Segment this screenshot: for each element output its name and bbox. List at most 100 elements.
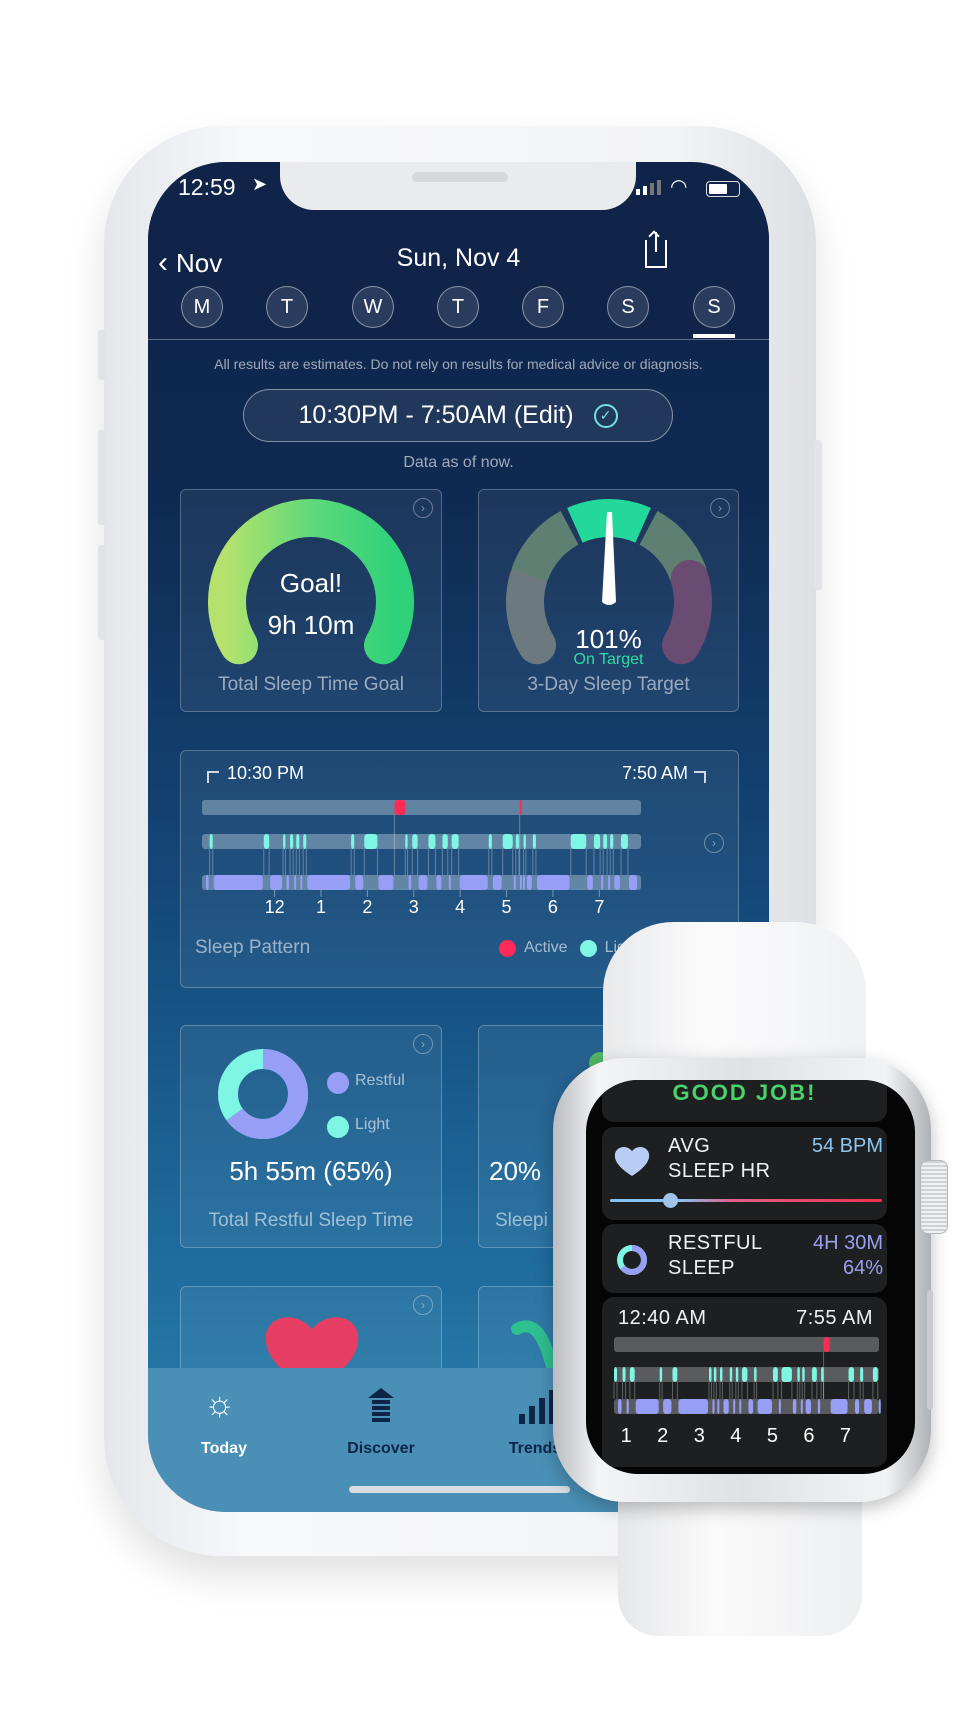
restful-segment	[805, 1399, 811, 1414]
light-segment	[428, 834, 436, 849]
chevron-right-icon[interactable]: ›	[413, 1295, 433, 1315]
chevron-right-icon[interactable]: ›	[704, 833, 724, 853]
light-segment	[532, 834, 536, 849]
light-segment	[811, 1367, 817, 1382]
light-segment	[848, 1367, 855, 1382]
share-icon[interactable]	[645, 230, 667, 268]
light-segment	[351, 834, 355, 849]
tab-discover-label: Discover	[347, 1440, 415, 1457]
phone-side-button	[814, 440, 822, 590]
restful-segment	[355, 875, 364, 890]
light-segment	[610, 834, 614, 849]
restful-segment	[635, 1399, 659, 1414]
chevron-right-icon[interactable]: ›	[413, 1034, 433, 1054]
hr-title-2: SLEEP HR	[668, 1160, 771, 1182]
light-segment	[290, 834, 294, 849]
restful-segment	[678, 1399, 709, 1414]
day-4[interactable]: F	[522, 286, 564, 328]
battery-icon	[706, 181, 740, 197]
home-indicator[interactable]	[349, 1486, 570, 1493]
phone-volume-up	[98, 430, 106, 525]
restful-label: Total Restful Sleep Time	[208, 1210, 414, 1231]
restful-segment	[712, 1399, 715, 1414]
restful-segment	[294, 875, 297, 890]
restful-segment	[378, 875, 394, 890]
day-1[interactable]: T	[266, 286, 308, 328]
light-segment	[283, 834, 286, 849]
bars-icon	[519, 1390, 555, 1424]
restful-segment	[864, 1399, 872, 1414]
tick-label: 12	[264, 897, 285, 917]
heart-icon	[614, 1147, 650, 1176]
restful-segment	[286, 875, 290, 890]
watch-hr-card[interactable]: AVG SLEEP HR 54 BPM	[602, 1127, 887, 1220]
restful-segment	[618, 1399, 622, 1414]
restful-segment	[408, 875, 412, 890]
tick-label: 6	[803, 1425, 815, 1447]
active-segment	[823, 1337, 830, 1352]
restful-segment	[519, 875, 522, 890]
watch-sleep-pattern-card[interactable]: 12:40 AM 7:55 AM 1234567	[602, 1297, 887, 1467]
wifi-icon: ◠	[670, 176, 688, 198]
day-5[interactable]: S	[607, 286, 649, 328]
legend-restful-dot	[327, 1072, 349, 1094]
day-3[interactable]: T	[437, 286, 479, 328]
watch-digital-crown[interactable]	[920, 1160, 948, 1234]
light-segment	[570, 834, 587, 849]
sleep-goal-card[interactable]: › Goal! 9h 10m Total Sleep Time Goal	[180, 489, 442, 712]
day-0[interactable]: M	[181, 286, 223, 328]
hr-value: 54 BPM	[811, 1135, 883, 1157]
restful-segment	[830, 1399, 848, 1414]
restful-segment	[778, 1399, 781, 1414]
restful-segment	[523, 875, 526, 890]
light-segment	[296, 834, 300, 849]
light-segment	[735, 1367, 739, 1382]
sleep-target-card[interactable]: › 101% On Target 3-Day Sleep Target	[478, 489, 739, 712]
day-2[interactable]: W	[352, 286, 394, 328]
light-segment	[797, 1367, 800, 1382]
watch-banner: GOOD JOB!	[672, 1080, 817, 1105]
light-segment	[802, 1367, 805, 1382]
restful-segment	[739, 1399, 742, 1414]
day-6[interactable]: S	[693, 286, 735, 328]
light-segment	[303, 834, 307, 849]
tick-label: 1	[620, 1425, 632, 1447]
light-segment	[405, 834, 408, 849]
tick-label: 3	[693, 1425, 705, 1447]
hr-level-marker	[662, 1193, 678, 1208]
restful-segment	[307, 875, 351, 890]
light-segment	[872, 1367, 878, 1382]
restful-segment	[587, 875, 593, 890]
tick-label: 2	[657, 1425, 669, 1447]
target-label: 3-Day Sleep Target	[527, 674, 690, 695]
watch-side-button[interactable]	[927, 1290, 933, 1410]
watch-screen: GOOD JOB! AVG SLEEP HR 54 BPM RESTFUL SL…	[586, 1080, 915, 1474]
sleeping-value: 20%	[489, 1156, 542, 1186]
restful-segment	[628, 875, 637, 890]
restful-sleep-card[interactable]: › Restful Light 5h 55m (65%) Total Restf…	[180, 1025, 442, 1248]
light-segment	[614, 1367, 618, 1382]
time-range-edit-button[interactable]: 10:30PM - 7:50AM (Edit) ✓	[243, 389, 673, 442]
tick-label: 3	[408, 897, 419, 917]
tick-label: 4	[730, 1425, 742, 1447]
selected-day-indicator	[693, 334, 735, 338]
restful-segment	[855, 1399, 860, 1414]
restful-segment	[418, 875, 428, 890]
light-segment	[620, 834, 628, 849]
restful-donut	[218, 1049, 308, 1139]
legend-light-label: Light	[355, 1116, 390, 1133]
tab-today-label: Today	[201, 1440, 247, 1457]
restful-percent: 64%	[842, 1257, 883, 1279]
watch-restful-card[interactable]: RESTFUL SLEEP 4H 30M 64%	[602, 1224, 887, 1293]
restful-value: 5h 55m (65%)	[229, 1156, 393, 1186]
restful-segment	[459, 875, 488, 890]
tick-label: 2	[362, 897, 373, 917]
tick-label: 6	[547, 897, 558, 917]
tick-label: 7	[839, 1425, 852, 1447]
sleep-pattern-chart	[202, 800, 641, 897]
light-segment	[713, 1367, 717, 1382]
legend-active-label: Active	[524, 939, 568, 956]
restful-segment	[878, 1399, 881, 1414]
target-gauge-segment	[511, 511, 580, 582]
status-time: 12:59	[178, 174, 236, 200]
